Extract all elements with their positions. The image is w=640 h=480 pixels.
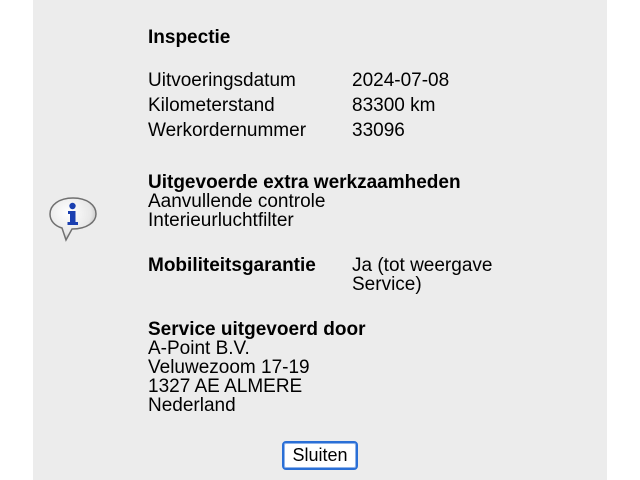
extra-work-item: Aanvullende controle — [148, 191, 326, 212]
detail-row-workorder: Werkordernummer 33096 — [148, 120, 588, 144]
mobility-section: Mobiliteitsgarantie Ja (tot weergave Ser… — [148, 255, 588, 297]
service-by-heading: Service uitgevoerd door — [148, 319, 366, 340]
detail-label: Uitvoeringsdatum — [148, 70, 296, 91]
detail-label: Werkordernummer — [148, 120, 307, 141]
extra-work-section: Uitgevoerde extra werkzaamheden Aanvulle… — [148, 172, 588, 231]
detail-row-mileage: Kilometerstand 83300 km — [148, 95, 588, 119]
detail-label: Kilometerstand — [148, 95, 275, 116]
service-by-line: A-Point B.V. — [148, 338, 250, 359]
mobility-value-line: Ja (tot weergave — [352, 255, 493, 276]
detail-value: 33096 — [352, 120, 405, 141]
service-by-line: 1327 AE ALMERE — [148, 376, 303, 397]
extra-work-heading: Uitgevoerde extra werkzaamheden — [148, 172, 461, 193]
dialog-title: Inspectie — [148, 27, 231, 48]
detail-row-date: Uitvoeringsdatum 2024-07-08 — [148, 70, 588, 94]
service-by-line: Veluwezoom 17-19 — [148, 357, 310, 378]
close-button[interactable]: Sluiten — [282, 441, 358, 470]
mobility-value: Ja (tot weergave Service) — [352, 255, 552, 295]
service-by-line: Nederland — [148, 395, 236, 416]
mobility-label: Mobiliteitsgarantie — [148, 255, 316, 276]
info-icon — [48, 195, 98, 245]
service-by-section: Service uitgevoerd door A-Point B.V. Vel… — [148, 319, 588, 416]
mobility-value-line: Service) — [352, 274, 422, 295]
detail-value: 83300 km — [352, 95, 436, 116]
extra-work-item: Interieurluchtfilter — [148, 210, 294, 231]
detail-value: 2024-07-08 — [352, 70, 450, 91]
